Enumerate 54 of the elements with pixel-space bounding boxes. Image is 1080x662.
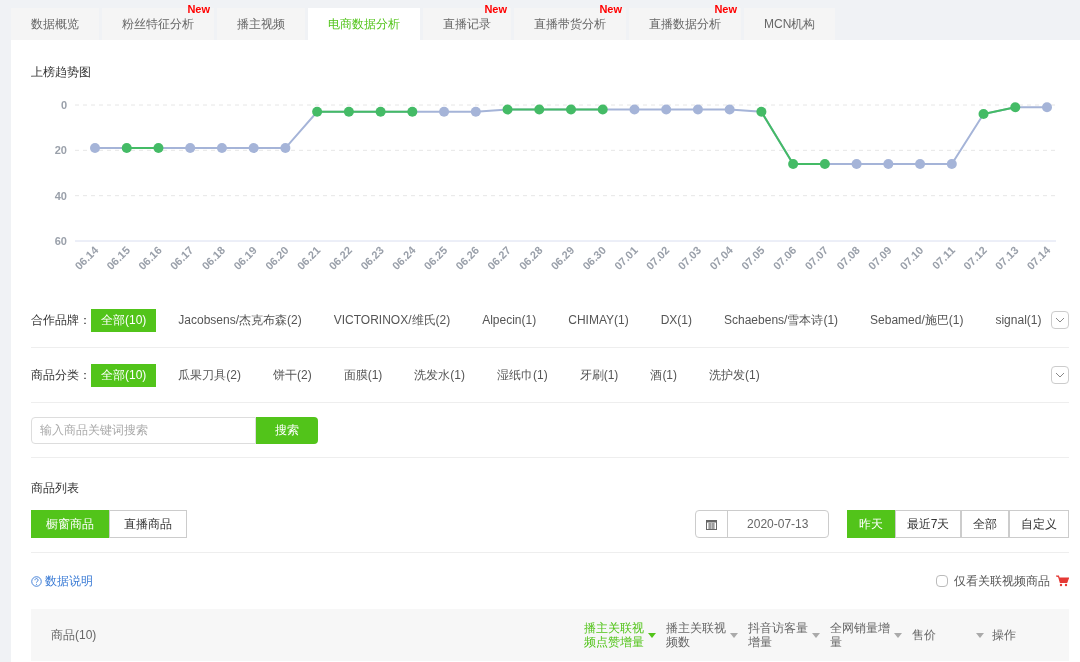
calendar-icon (705, 518, 717, 530)
help-icon (31, 575, 42, 587)
filter-option[interactable]: VICTORINOX/维氏(2) (323, 308, 461, 332)
tab[interactable]: 播主视频 (217, 8, 305, 40)
filter-option[interactable]: Jacobsens/杰克布森(2) (168, 308, 312, 332)
date-range-tab[interactable]: 自定义 (1009, 510, 1070, 538)
expand-button[interactable] (1051, 311, 1070, 329)
column-header[interactable]: 商品(10) (51, 628, 97, 642)
filter-option[interactable]: Alpecin(1) (472, 308, 547, 332)
tab[interactable]: MCN机构 (744, 8, 836, 40)
section-title: 商品列表 (31, 480, 80, 496)
y-tick-label: 60 (54, 235, 67, 247)
filter-option[interactable]: 饼干(2) (263, 363, 322, 387)
filter-option[interactable]: 洗发水(1) (404, 363, 476, 387)
filter-label: 合作品牌： (31, 312, 91, 329)
column-header[interactable]: 售价 (912, 628, 985, 642)
filter-option[interactable]: 洗护发(1) (699, 363, 770, 387)
filter-label: 商品分类： (31, 367, 91, 384)
expand-button[interactable] (1051, 366, 1070, 384)
cart-icon (1056, 575, 1070, 587)
y-tick-label: 20 (54, 144, 67, 157)
filter-option[interactable]: 面膜(1) (333, 363, 393, 387)
filter-option[interactable]: CHIMAY(1) (558, 308, 639, 332)
filter-option[interactable]: 牙刷(1) (569, 363, 629, 387)
date-range-tab[interactable]: 最近7天 (894, 510, 962, 538)
checkbox-label: 仅看关联视频商品 (954, 573, 1051, 590)
product-type-tab[interactable]: 直播商品 (109, 510, 187, 538)
sort-caret-icon (976, 632, 985, 638)
filter-option[interactable]: 酒(1) (640, 363, 688, 387)
sort-caret-icon (730, 632, 739, 638)
checkbox[interactable] (936, 575, 949, 587)
sort-caret-icon (812, 632, 821, 638)
column-header[interactable]: 抖音访客量增量 (748, 621, 821, 649)
chevron-down-icon (1055, 317, 1066, 323)
data-help-link[interactable]: 数据说明 (31, 572, 93, 590)
filter-option[interactable]: signal(1) (985, 308, 1052, 332)
filter-option[interactable]: DX(1) (650, 308, 702, 332)
date-field[interactable]: 2020-07-13 (694, 510, 829, 538)
y-tick-label: 40 (54, 189, 67, 202)
filter-option[interactable]: 湿纸巾(1) (487, 363, 558, 387)
sort-caret-icon (648, 632, 657, 638)
chart-title: 上榜趋势图 (31, 64, 92, 81)
y-tick-label: 0 (60, 99, 67, 111)
column-header[interactable]: 播主关联视频数 (666, 621, 739, 649)
column-header[interactable]: 操作 (991, 628, 1052, 642)
date-range-tab[interactable]: 全部 (961, 510, 1010, 538)
column-header[interactable]: 全网销量增量 (830, 621, 903, 649)
sort-caret-icon (894, 632, 903, 638)
tab[interactable]: 数据概览 (11, 8, 99, 40)
chevron-down-icon (1055, 372, 1066, 378)
search-field[interactable]: 输入商品关键词搜索 (31, 416, 256, 444)
filter-option[interactable]: Sebamed/施巴(1) (860, 308, 974, 332)
filter-option[interactable]: Schaebens/雪本诗(1) (714, 308, 849, 332)
filter-option[interactable]: 瓜果刀具(2) (168, 363, 251, 387)
